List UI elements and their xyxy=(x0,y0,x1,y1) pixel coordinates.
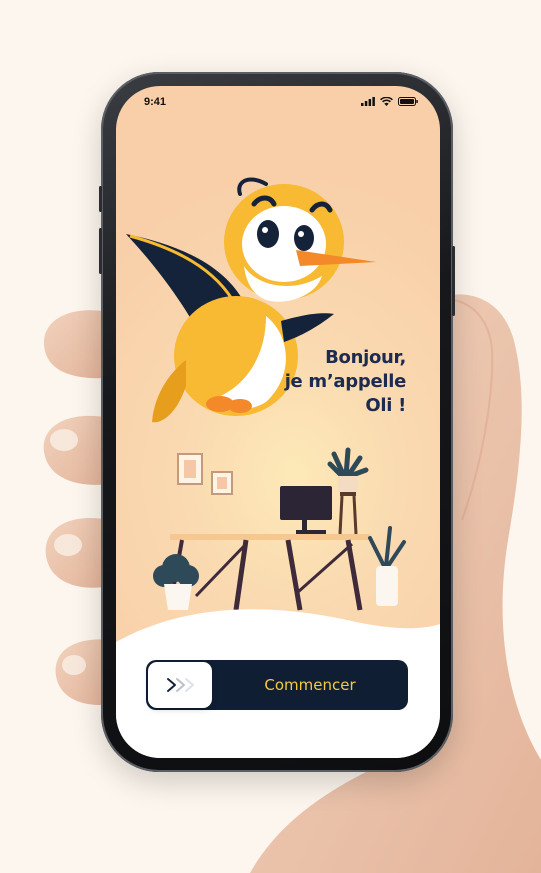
slide-knob[interactable] xyxy=(148,662,212,708)
greeting-line-3: Oli ! xyxy=(365,395,406,416)
greeting-text: Bonjour, je m’appelle Oli ! xyxy=(236,346,407,418)
scene: 9:41 Bonjour, je m’appelle Oli ! Commenc… xyxy=(0,0,541,873)
bird-mascot-illustration xyxy=(126,177,376,423)
commencer-label: Commencer xyxy=(264,676,356,694)
phone-side-button xyxy=(452,246,455,316)
double-chevron-right-icon xyxy=(167,678,194,692)
phone-side-button xyxy=(99,228,102,274)
wifi-icon xyxy=(380,97,393,106)
commencer-slide-button[interactable]: Commencer xyxy=(146,660,408,710)
signal-icon xyxy=(361,97,375,106)
greeting-line-2: je m’appelle xyxy=(284,371,407,392)
app-screen: 9:41 Bonjour, je m’appelle Oli ! Commenc… xyxy=(116,86,440,758)
greeting-line-1: Bonjour, xyxy=(325,347,406,368)
status-icons xyxy=(361,97,418,106)
battery-icon xyxy=(398,97,418,106)
desk-scene-illustration xyxy=(153,447,406,611)
phone-side-button xyxy=(99,186,102,212)
status-bar: 9:41 xyxy=(116,86,440,122)
status-time: 9:41 xyxy=(144,96,167,108)
